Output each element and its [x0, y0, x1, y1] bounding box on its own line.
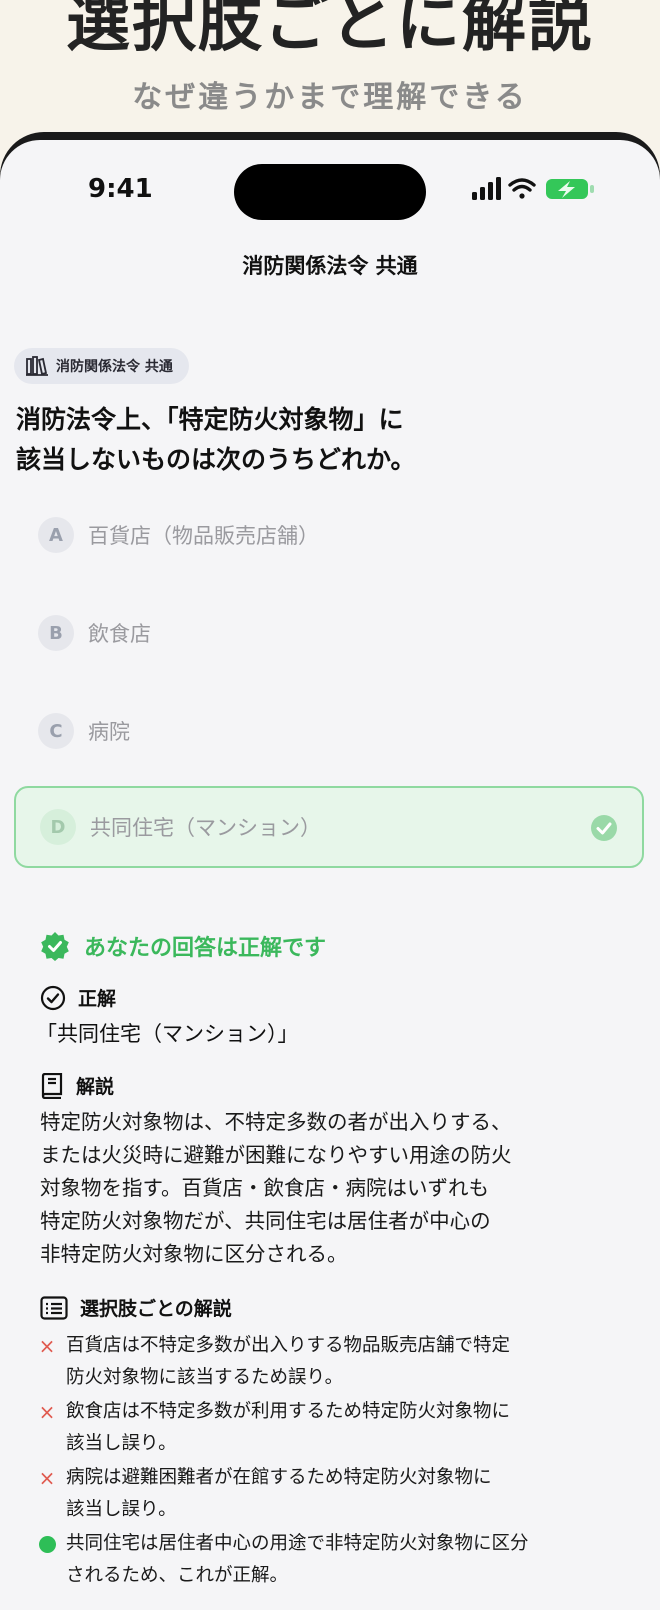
- option-d[interactable]: D 共同住宅（マンション）: [14, 786, 644, 868]
- result-message: あなたの回答は正解です: [40, 930, 326, 962]
- phone-screen: 9:41 消防関係法令 共通 消防関係法令 共通 消防法令上、「特定防火対象物」…: [0, 140, 660, 1610]
- check-icon: [591, 815, 617, 841]
- explanation-line: 特定防火対象物だが、共同住宅は居住者が中心の: [40, 1209, 491, 1233]
- choice-explanation-line: 病院は避難困難者が在館するため特定防火対象物に: [66, 1467, 492, 1488]
- book-icon: [41, 1072, 63, 1099]
- explanation-text: 特定防火対象物は、不特定多数の者が出入りする、 または火災時に避難が困難になりや…: [40, 1106, 630, 1271]
- check-circle-icon: [40, 985, 66, 1010]
- option-letter: B: [38, 615, 74, 651]
- cross-icon: ×: [38, 1466, 56, 1490]
- option-text: 百貨店（物品販売店舗）: [88, 524, 319, 548]
- explanation-heading-label: 解説: [76, 1076, 115, 1098]
- choice-explanation-line: 防火対象物に該当するため誤り。: [66, 1367, 344, 1388]
- question-line: 該当しないものは次のうちどれか。: [16, 445, 416, 474]
- choice-explanation-line: 百貨店は不特定多数が出入りする物品販売店舗で特定: [66, 1335, 511, 1356]
- answer-heading: 正解: [40, 984, 116, 1011]
- choice-explanation-item: × 百貨店は不特定多数が出入りする物品販売店舗で特定 防火対象物に該当するため誤…: [38, 1330, 628, 1394]
- option-a[interactable]: A 百貨店（物品販売店舗）: [14, 494, 644, 576]
- status-time: 9:41: [88, 174, 153, 204]
- battery-charging-icon: [546, 179, 594, 199]
- explanation-line: 対象物を指す。百貨店・飲食店・病院はいずれも: [40, 1176, 489, 1200]
- explanation-heading: 解説: [40, 1072, 114, 1099]
- choice-explanation-line: 共同住宅は居住者中心の用途で非特定防火対象物に区分: [66, 1533, 529, 1554]
- option-c[interactable]: C 病院: [14, 690, 644, 772]
- green-dot-icon: [38, 1528, 56, 1592]
- option-letter: C: [38, 713, 74, 749]
- dynamic-island: [234, 164, 426, 220]
- choice-explanation-line: 該当し誤り。: [66, 1433, 177, 1454]
- cross-icon: ×: [38, 1334, 56, 1358]
- books-icon: [26, 356, 48, 376]
- promo-title: 選択肢ごとに解説: [66, 0, 594, 61]
- explanation-line: または火災時に避難が困難になりやすい用途の防火: [40, 1143, 512, 1167]
- verified-badge-icon: [41, 932, 69, 961]
- list-icon: [40, 1295, 68, 1320]
- choice-explanations-heading-label: 選択肢ごとの解説: [80, 1298, 232, 1320]
- choice-explanation-line: 飲食店は不特定多数が利用するため特定防火対象物に: [66, 1401, 511, 1422]
- answer-text: 「共同住宅（マンション）」: [36, 1022, 299, 1046]
- question-text: 消防法令上、「特定防火対象物」に 該当しないものは次のうちどれか。: [16, 400, 616, 480]
- option-b[interactable]: B 飲食店: [14, 592, 644, 674]
- choice-explanation-item: × 飲食店は不特定多数が利用するため特定防火対象物に 該当し誤り。: [38, 1396, 628, 1460]
- option-text: 飲食店: [88, 622, 151, 646]
- nav-title: 消防関係法令 共通: [242, 254, 418, 278]
- promo-subtitle: なぜ違うかまで理解できる: [132, 80, 528, 115]
- option-text: 病院: [88, 720, 130, 744]
- wifi-icon: [508, 178, 536, 199]
- question-line: 消防法令上、「特定防火対象物」に: [16, 405, 404, 434]
- explanation-line: 非特定防火対象物に区分される。: [40, 1242, 348, 1266]
- status-icons: [472, 176, 612, 202]
- result-text: あなたの回答は正解です: [84, 936, 327, 961]
- choice-explanation-item: 共同住宅は居住者中心の用途で非特定防火対象物に区分 されるため、これが正解。: [38, 1528, 628, 1592]
- choice-explanation-line: されるため、これが正解。: [66, 1565, 289, 1586]
- choice-explanations-heading: 選択肢ごとの解説: [40, 1294, 232, 1321]
- explanation-line: 特定防火対象物は、不特定多数の者が出入りする、: [40, 1110, 512, 1134]
- signal-icon: [472, 177, 501, 200]
- answer-heading-label: 正解: [78, 988, 117, 1010]
- option-text: 共同住宅（マンション）: [90, 816, 321, 840]
- option-letter: D: [40, 809, 76, 845]
- category-chip[interactable]: 消防関係法令 共通: [14, 348, 189, 384]
- category-label: 消防関係法令 共通: [56, 359, 173, 375]
- cross-icon: ×: [38, 1400, 56, 1424]
- choice-explanation-line: 該当し誤り。: [66, 1499, 177, 1520]
- option-letter: A: [38, 517, 74, 553]
- choice-explanation-item: × 病院は避難困難者が在館するため特定防火対象物に 該当し誤り。: [38, 1462, 628, 1526]
